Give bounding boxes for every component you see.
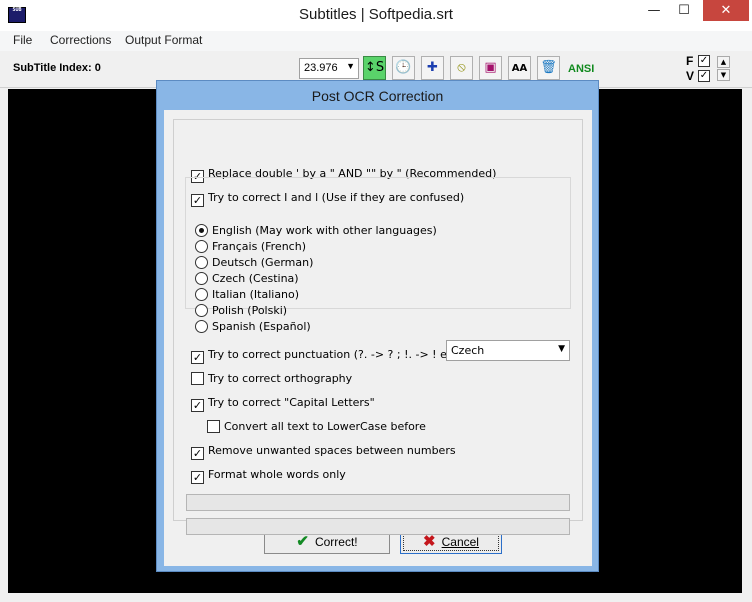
radio-spanish[interactable]: Spanish (Español) bbox=[195, 320, 311, 333]
radio-button[interactable] bbox=[195, 320, 208, 333]
no-sign-icon: ⦸ bbox=[457, 60, 466, 75]
dialog-body: ✓ Replace double ' by a " AND "" by " (Re… bbox=[164, 110, 592, 566]
radio-button[interactable] bbox=[195, 304, 208, 317]
checkbox[interactable]: ✓ bbox=[191, 399, 204, 412]
option-lowercase-first[interactable]: Convert all text to LowerCase before bbox=[207, 420, 426, 433]
font-size-icon: AA bbox=[511, 63, 528, 74]
puzzle-button[interactable]: ✚ bbox=[421, 56, 444, 80]
menu-file[interactable]: File bbox=[13, 33, 32, 47]
radio-french[interactable]: Français (French) bbox=[195, 240, 306, 253]
radio-polish[interactable]: Polish (Polski) bbox=[195, 304, 287, 317]
chevron-down-icon: ▼ bbox=[346, 61, 355, 71]
radio-button[interactable] bbox=[195, 240, 208, 253]
option-correct-punctuation[interactable]: ✓ Try to correct punctuation (?. -> ? ; !… bbox=[191, 348, 465, 364]
minimize-button[interactable]: — bbox=[640, 0, 668, 21]
fps-select[interactable]: 23.976 ▼ bbox=[299, 58, 359, 79]
radio-italian[interactable]: Italian (Italiano) bbox=[195, 288, 299, 301]
menu-corrections[interactable]: Corrections bbox=[50, 33, 111, 47]
f-label: F bbox=[686, 54, 694, 68]
spin-down-button[interactable]: ▼ bbox=[717, 69, 730, 81]
option-correct-capitals[interactable]: ✓ Try to correct "Capital Letters" bbox=[191, 396, 375, 412]
checkbox[interactable]: ✓ bbox=[191, 351, 204, 364]
close-button[interactable]: ✕ bbox=[703, 0, 749, 21]
checkbox[interactable] bbox=[191, 372, 204, 385]
title-bar: SUB Subtitles | Softpedia.srt — ☐ ✕ bbox=[0, 0, 752, 31]
chevron-down-icon: ▼ bbox=[558, 344, 565, 354]
radio-button[interactable] bbox=[195, 288, 208, 301]
radio-english[interactable]: English (May work with other languages) bbox=[195, 224, 437, 237]
trash-icon: 🗑 bbox=[540, 60, 557, 75]
check-icon: ✔ bbox=[296, 533, 309, 550]
menu-output-format[interactable]: Output Format bbox=[125, 33, 202, 47]
radio-button[interactable] bbox=[195, 272, 208, 285]
radio-czech[interactable]: Czech (Cestina) bbox=[195, 272, 299, 285]
maximize-button[interactable]: ☐ bbox=[670, 0, 698, 21]
subtitle-index-label: SubTitle Index: 0 bbox=[13, 62, 101, 74]
font-size-button[interactable]: AA bbox=[508, 56, 531, 80]
checkbox[interactable]: ✓ bbox=[191, 447, 204, 460]
v-checkbox[interactable]: ✓ bbox=[698, 70, 710, 82]
v-label: V bbox=[686, 69, 695, 83]
no-sign-button[interactable]: ⦸ bbox=[450, 56, 473, 80]
trash-button[interactable]: 🗑 bbox=[537, 56, 560, 80]
encoding-label[interactable]: ANSI bbox=[568, 63, 594, 75]
radio-button[interactable] bbox=[195, 224, 208, 237]
option-correct-orthography[interactable]: Try to correct orthography bbox=[191, 372, 352, 385]
save-button[interactable]: ▣ bbox=[479, 56, 502, 80]
option-whole-words[interactable]: ✓ Format whole words only bbox=[191, 468, 346, 484]
menu-bar: File Corrections Output Format bbox=[0, 31, 752, 51]
radio-german[interactable]: Deutsch (German) bbox=[195, 256, 313, 269]
post-ocr-dialog: Post OCR Correction ✓ Replace double ' by… bbox=[156, 80, 599, 572]
f-checkbox[interactable]: ✓ bbox=[698, 55, 710, 67]
progress-bar bbox=[186, 518, 570, 535]
radio-button[interactable] bbox=[195, 256, 208, 269]
clock-icon: 🕒 bbox=[395, 60, 412, 75]
orthography-language-select[interactable]: Czech ▼ bbox=[446, 340, 570, 361]
puzzle-icon: ✚ bbox=[427, 60, 438, 75]
progress-bar bbox=[186, 494, 570, 511]
checkbox[interactable] bbox=[207, 420, 220, 433]
timeline-icon: ↕S bbox=[364, 60, 385, 75]
close-icon: ✖ bbox=[423, 533, 436, 550]
clock-button[interactable]: 🕒 bbox=[392, 56, 415, 80]
spin-up-button[interactable]: ▲ bbox=[717, 56, 730, 68]
option-remove-number-spaces[interactable]: ✓ Remove unwanted spaces between numbers bbox=[191, 444, 456, 460]
dialog-title: Post OCR Correction bbox=[311, 88, 444, 104]
checkbox[interactable]: ✓ bbox=[191, 471, 204, 484]
timeline-button[interactable]: ↕S bbox=[363, 56, 386, 80]
save-icon: ▣ bbox=[484, 60, 497, 75]
